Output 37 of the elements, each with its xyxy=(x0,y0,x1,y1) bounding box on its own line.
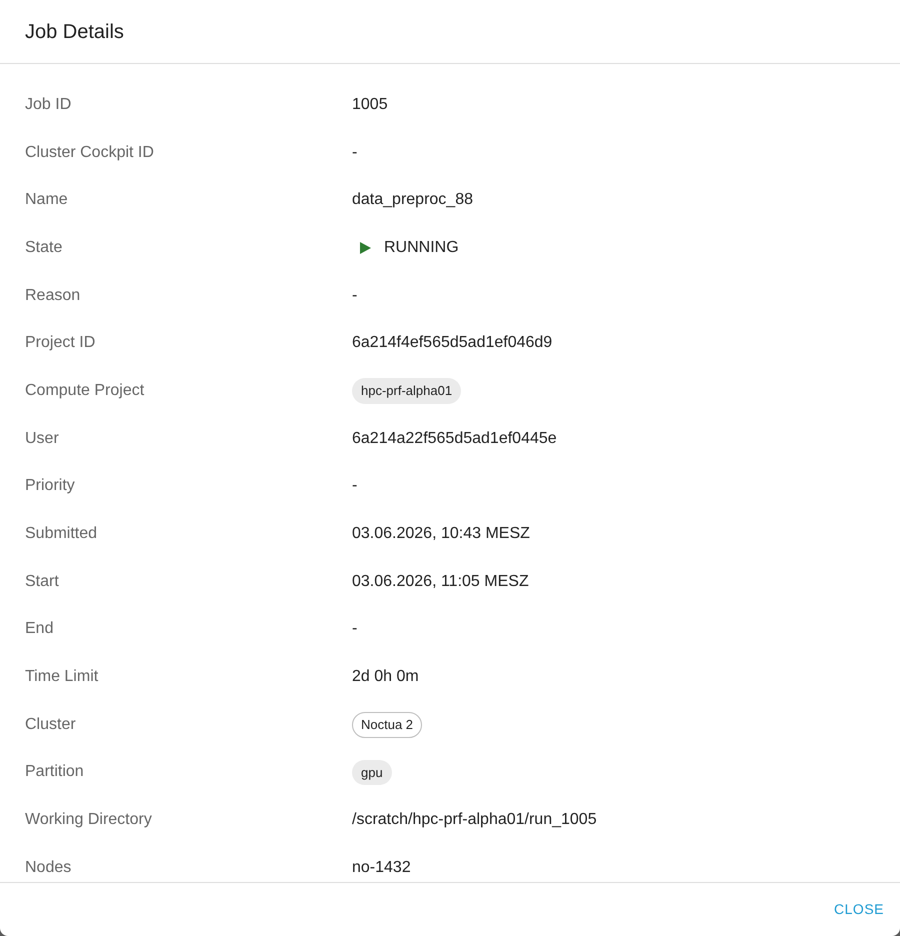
field-value: 6a214a22f565d5ad1ef0445e xyxy=(352,428,557,449)
field-value: - xyxy=(352,286,358,306)
field-label: Compute Project xyxy=(25,382,144,399)
field-label: Cluster xyxy=(25,716,76,733)
field-value: no-1432 xyxy=(352,858,411,878)
field-label: Name xyxy=(25,191,68,208)
field-label: User xyxy=(25,430,59,447)
field-label: Time Limit xyxy=(25,668,98,686)
play-icon xyxy=(360,242,371,254)
field-value: - xyxy=(352,142,358,163)
chip: hpc-prf-alpha01 xyxy=(352,378,462,404)
field-value: 03.06.2026, 10:43 MESZ xyxy=(352,524,530,544)
dialog-title: Job Details xyxy=(25,20,124,44)
field-value: 03.06.2026, 11:05 MESZ xyxy=(352,572,529,592)
close-button[interactable]: CLOSE xyxy=(830,893,888,926)
field-label: Submitted xyxy=(25,525,98,542)
field-value: /scratch/hpc-prf-alpha01/run_1005 xyxy=(352,810,597,830)
field-label: Partition xyxy=(25,763,84,780)
status-text: RUNNING xyxy=(384,238,459,258)
field-label: Nodes xyxy=(25,858,72,876)
field-label: Reason xyxy=(25,286,80,304)
field-label: Project ID xyxy=(25,334,96,352)
field-label: Start xyxy=(25,572,59,590)
field-value: 6a214f4ef565d5ad1ef046d9 xyxy=(352,333,552,354)
chip: Noctua 2 xyxy=(352,712,422,738)
field-label: Working Directory xyxy=(25,811,152,828)
field-label: State xyxy=(25,238,62,256)
field-value: 2d 0h 0m xyxy=(352,667,419,688)
field-value: 1005 xyxy=(352,94,388,115)
field-label: End xyxy=(25,620,54,638)
field-label: Cluster Cockpit ID xyxy=(25,144,154,161)
field-value: data_preproc_88 xyxy=(352,190,473,210)
field-value: - xyxy=(352,476,358,496)
chip: gpu xyxy=(352,760,392,786)
field-label: Priority xyxy=(25,477,75,494)
field-label: Job ID xyxy=(25,96,72,113)
field-value: - xyxy=(352,619,358,640)
